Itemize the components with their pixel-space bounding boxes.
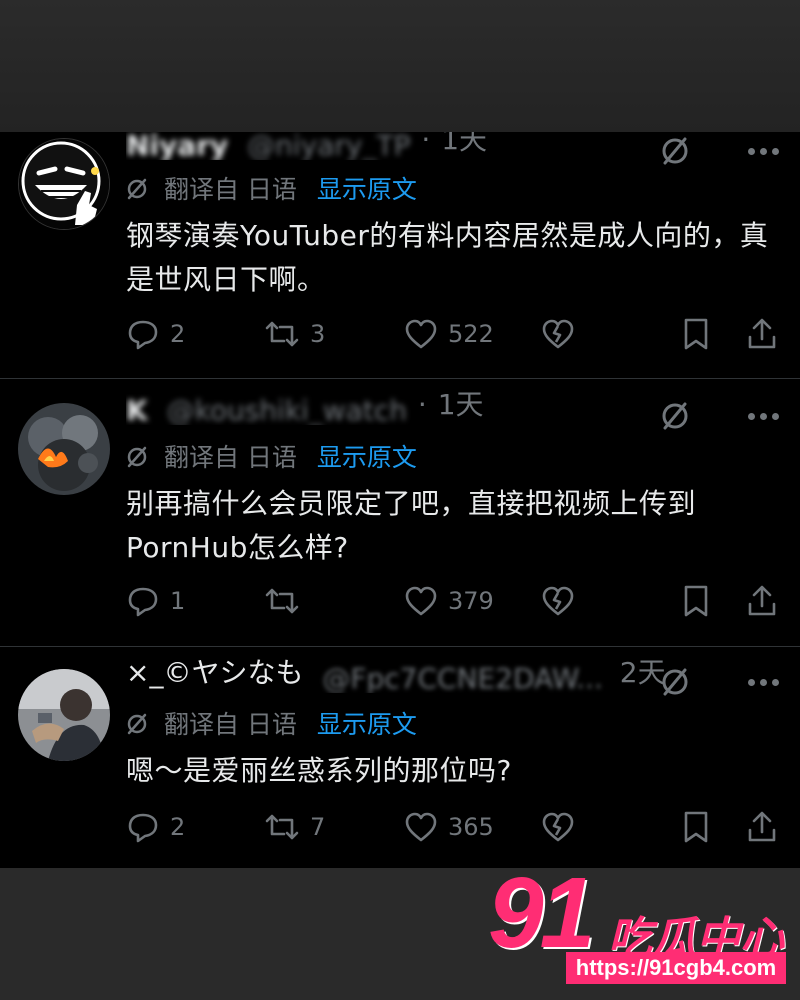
tweet-actions: 2 7 365 [126, 805, 782, 849]
reply-tweet[interactable]: K @koushiki_watch · 1天 翻译自 日语 显示原文 别再搞什么… [0, 379, 800, 645]
translated-from-label: 翻译自 日语 [163, 175, 297, 204]
retweet-icon [265, 321, 299, 347]
share-button[interactable] [746, 805, 778, 849]
tweet-text: 嗯～是爱丽丝惑系列的那位吗? [126, 754, 512, 787]
timestamp[interactable]: 1天 [438, 388, 484, 421]
more-options-icon[interactable] [748, 679, 780, 687]
hide-reply-icon[interactable] [660, 136, 690, 166]
broken-heart-icon [542, 319, 574, 349]
translation-row: 翻译自 日语 显示原文 [126, 707, 417, 743]
hide-reply-icon[interactable] [660, 401, 690, 431]
reply-count: 2 [170, 320, 186, 348]
retweet-button[interactable] [264, 579, 310, 623]
like-count: 522 [448, 320, 494, 348]
watermark-url: https://91cgb4.com [566, 952, 786, 984]
show-original-link[interactable]: 显示原文 [317, 443, 417, 472]
bookmark-button[interactable] [682, 312, 710, 356]
bookmark-button[interactable] [682, 579, 710, 623]
timestamp[interactable]: 2天 [620, 656, 666, 689]
tweet-text: 钢琴演奏YouTuber的有料内容居然是成人向的，真是世风日下啊。 [126, 219, 769, 296]
translated-from-label: 翻译自 日语 [163, 443, 297, 472]
share-icon [748, 318, 776, 349]
like-count: 379 [448, 587, 494, 615]
reply-tweet[interactable]: Niyary @niyary_TP · 1天 翻译自 日语 显示原文 钢琴演奏Y… [0, 132, 800, 377]
header-actions [660, 397, 780, 437]
avatar[interactable] [18, 403, 110, 495]
grok-button[interactable] [541, 579, 575, 623]
reply-feed: Niyary @niyary_TP · 1天 翻译自 日语 显示原文 钢琴演奏Y… [0, 132, 800, 868]
show-original-link[interactable]: 显示原文 [317, 175, 417, 204]
translate-icon [127, 446, 147, 468]
retweet-count: 7 [310, 813, 326, 841]
header-actions [660, 132, 780, 172]
like-button[interactable]: 379 [404, 579, 494, 623]
like-button[interactable]: 522 [404, 312, 494, 356]
heart-icon [405, 586, 437, 616]
like-button[interactable]: 365 [404, 805, 494, 849]
more-options-icon[interactable] [748, 413, 780, 421]
reply-button[interactable]: 2 [126, 805, 185, 849]
bookmark-icon [684, 585, 708, 617]
share-icon [748, 585, 776, 616]
grok-button[interactable] [541, 312, 575, 356]
heart-icon [405, 812, 437, 842]
translation-row: 翻译自 日语 显示原文 [126, 440, 417, 476]
hide-reply-icon[interactable] [660, 667, 690, 697]
handle[interactable]: @koushiki_watch [167, 394, 407, 425]
retweet-icon [265, 588, 299, 614]
display-name[interactable]: Niyary [126, 132, 228, 160]
more-options-icon[interactable] [748, 148, 780, 156]
display-name[interactable]: ×_©ヤシなも [126, 656, 303, 689]
translate-icon [127, 713, 147, 735]
reply-count: 2 [170, 813, 186, 841]
retweet-icon [265, 814, 299, 840]
share-icon [748, 811, 776, 842]
tweet-actions: 2 3 522 [126, 312, 782, 356]
show-original-link[interactable]: 显示原文 [317, 710, 417, 739]
tweet-actions: 1 379 [126, 579, 782, 623]
handle[interactable]: @Fpc7CCNE2DAW... [322, 662, 603, 693]
broken-heart-icon [542, 812, 574, 842]
avatar[interactable] [18, 138, 110, 230]
bookmark-icon [684, 811, 708, 843]
top-letterbox [0, 0, 800, 132]
timestamp[interactable]: 1天 [441, 132, 487, 156]
avatar[interactable] [18, 669, 110, 761]
heart-icon [405, 319, 437, 349]
broken-heart-icon [542, 586, 574, 616]
bookmark-icon [684, 318, 708, 350]
reply-icon [128, 813, 158, 843]
translation-row: 翻译自 日语 显示原文 [126, 172, 417, 208]
handle[interactable]: @niyary_TP [247, 132, 410, 160]
share-button[interactable] [746, 312, 778, 356]
retweet-button[interactable]: 7 [264, 805, 325, 849]
reply-count: 1 [170, 587, 186, 615]
retweet-count: 3 [310, 320, 326, 348]
translate-icon [127, 178, 147, 200]
like-count: 365 [448, 813, 494, 841]
header-actions [660, 663, 780, 703]
reply-icon [128, 587, 158, 617]
bookmark-button[interactable] [682, 805, 710, 849]
display-name[interactable]: K [126, 394, 148, 425]
grok-button[interactable] [541, 805, 575, 849]
reply-icon [128, 320, 158, 350]
reply-button[interactable]: 1 [126, 579, 185, 623]
retweet-button[interactable]: 3 [264, 312, 325, 356]
site-watermark: 91 吃瓜中心 https://91cgb4.com [488, 857, 788, 986]
translated-from-label: 翻译自 日语 [163, 710, 297, 739]
reply-button[interactable]: 2 [126, 312, 185, 356]
share-button[interactable] [746, 579, 778, 623]
reply-tweet[interactable]: ×_©ヤシなも @Fpc7CCNE2DAW... 2天 翻译自 日语 显示原文 … [0, 647, 800, 868]
tweet-text: 别再搞什么会员限定了吧，直接把视频上传到PornHub怎么样? [126, 487, 697, 564]
